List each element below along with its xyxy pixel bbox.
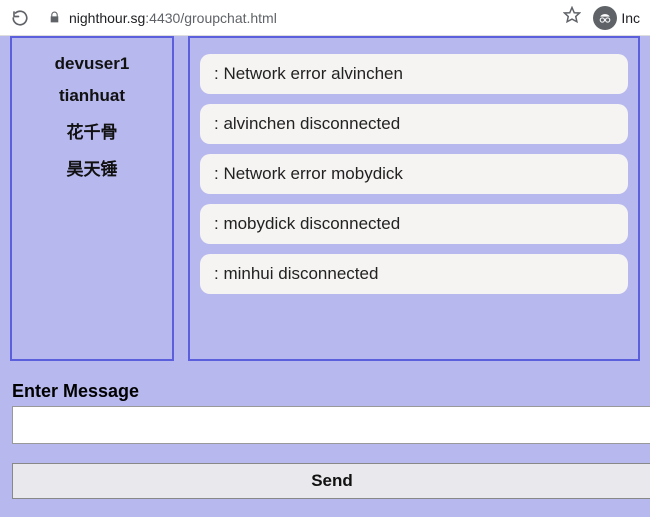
page-body: devuser1 tianhuat 花千骨 昊天锤 : Network erro… [0,36,650,517]
user-item[interactable]: 花千骨 [12,112,172,149]
chat-message: : mobydick disconnected [200,204,628,244]
url-path: :4430/groupchat.html [145,10,277,26]
profile-label: Inc [621,10,640,26]
message-form: Enter Message Send [10,381,640,499]
incognito-icon [593,6,617,30]
message-label: Enter Message [10,381,640,402]
url-host: nighthour.sg [69,10,145,26]
lock-icon [48,11,61,24]
bookmark-star-icon[interactable] [563,6,581,29]
user-item[interactable]: 昊天锤 [12,149,172,186]
send-button[interactable]: Send [12,463,650,499]
browser-toolbar: nighthour.sg:4430/groupchat.html Inc [0,0,650,36]
browser-profile[interactable]: Inc [593,6,640,30]
chat-message: : alvinchen disconnected [200,104,628,144]
users-panel[interactable]: devuser1 tianhuat 花千骨 昊天锤 [10,36,174,361]
user-item[interactable]: tianhuat [12,80,172,112]
chat-message: : Network error mobydick [200,154,628,194]
chat-panel[interactable]: : Network error alvinchen : alvinchen di… [188,36,640,361]
message-input[interactable] [12,406,650,444]
reload-icon[interactable] [10,8,30,28]
address-bar[interactable]: nighthour.sg:4430/groupchat.html [38,6,557,30]
user-item[interactable]: devuser1 [12,48,172,80]
chat-message: : minhui disconnected [200,254,628,294]
chat-message: : Network error alvinchen [200,54,628,94]
